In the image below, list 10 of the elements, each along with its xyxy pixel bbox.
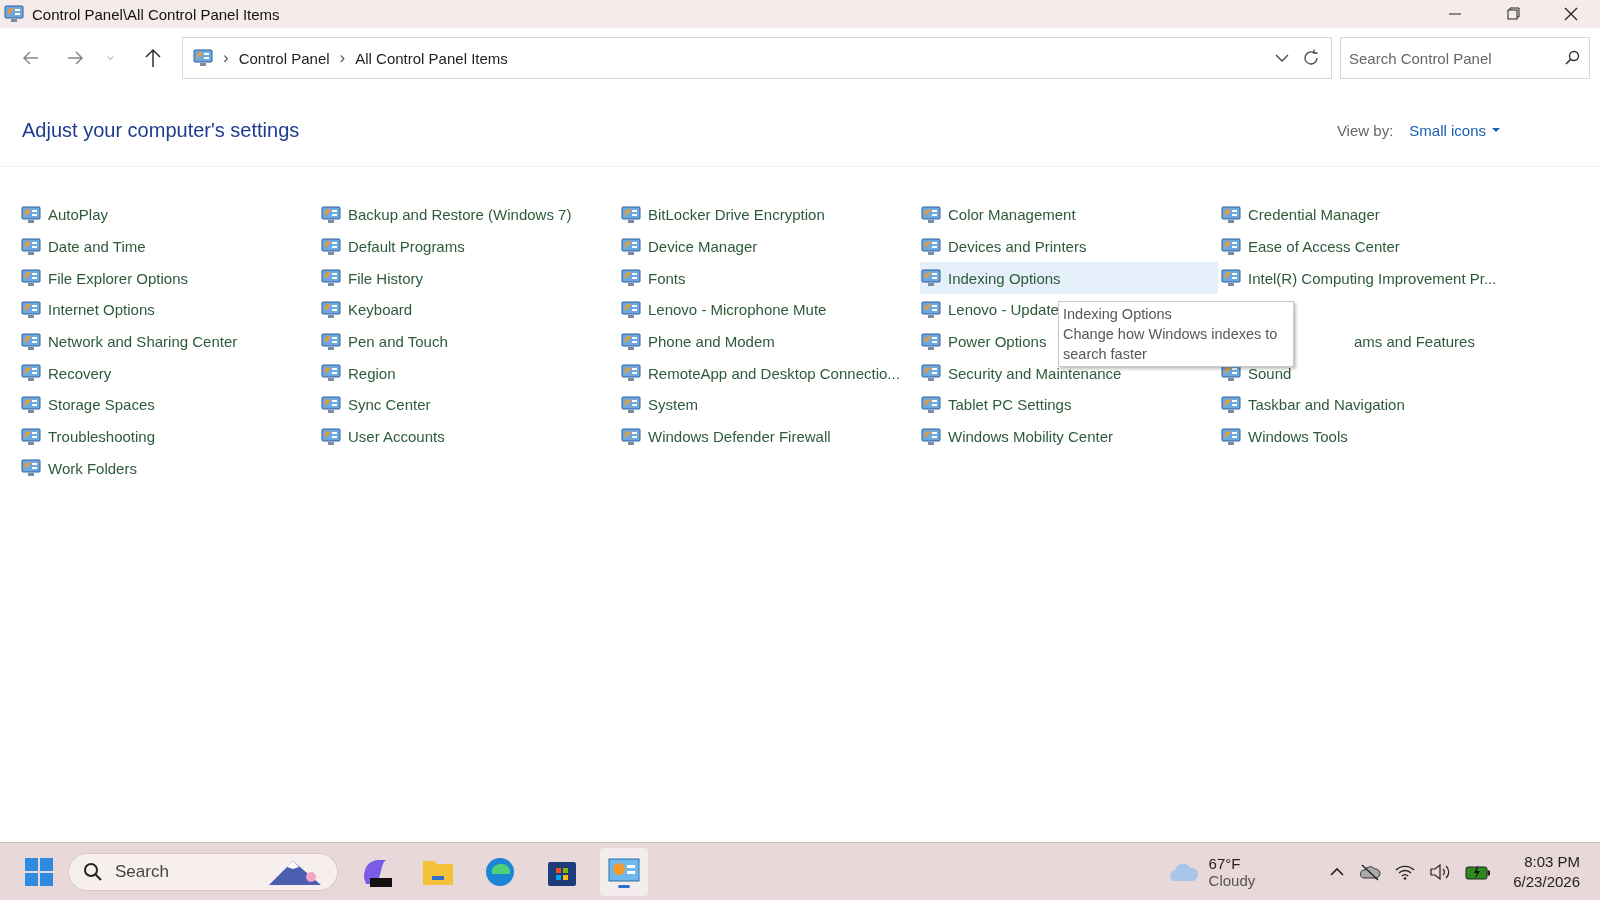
search-placeholder: Search <box>115 861 170 882</box>
weather-condition: Cloudy <box>1208 871 1256 889</box>
tooltip-title: Indexing Options <box>1063 305 1173 324</box>
breadcrumb-separator: › <box>223 48 229 68</box>
view-by-label: View by: <box>1336 121 1394 139</box>
page-heading: Adjust your computer's settings <box>22 118 301 142</box>
tooltip-description: Change how Windows indexes to search faster <box>1063 325 1279 364</box>
breadcrumb-separator: › <box>339 48 346 68</box>
window-title: Control Panel\All Control Panel Items <box>32 5 281 23</box>
temperature: 67°F <box>1208 854 1242 872</box>
